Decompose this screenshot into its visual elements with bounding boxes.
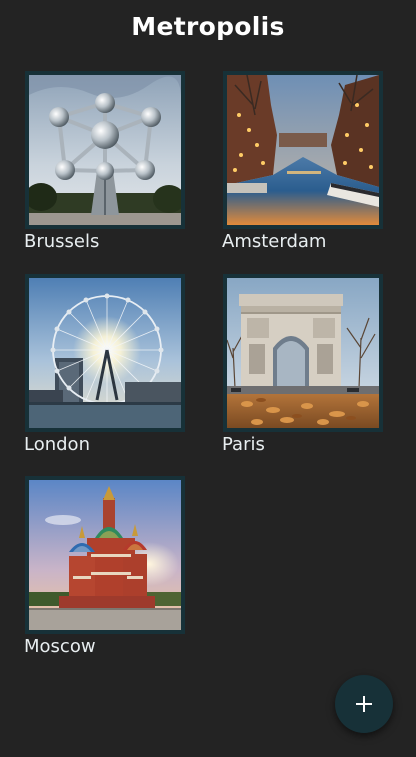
city-photo-paris — [223, 274, 383, 432]
canal-image — [227, 75, 379, 225]
saint-basil-image — [29, 480, 181, 630]
city-photo-brussels — [25, 71, 185, 229]
add-city-button[interactable] — [335, 675, 393, 733]
city-photo-amsterdam — [223, 71, 383, 229]
city-name-label: Moscow — [24, 636, 96, 657]
london-eye-image — [29, 278, 181, 428]
city-card-london[interactable]: London — [24, 274, 185, 464]
city-name-label: Brussels — [24, 231, 100, 252]
city-name-label: Amsterdam — [222, 231, 327, 252]
arc-de-triomphe-image — [227, 278, 379, 428]
city-card-amsterdam[interactable]: Amsterdam — [222, 71, 383, 261]
city-card-brussels[interactable]: Brussels — [24, 71, 185, 261]
city-name-label: London — [24, 434, 90, 455]
city-grid: Brussels Amsterdam London Paris Moscow — [0, 0, 416, 757]
atomium-image — [29, 75, 181, 225]
city-name-label: Paris — [222, 434, 265, 455]
city-photo-london — [25, 274, 185, 432]
city-card-moscow[interactable]: Moscow — [24, 476, 185, 666]
city-photo-moscow — [25, 476, 185, 634]
city-card-paris[interactable]: Paris — [222, 274, 383, 464]
plus-icon — [356, 696, 372, 712]
